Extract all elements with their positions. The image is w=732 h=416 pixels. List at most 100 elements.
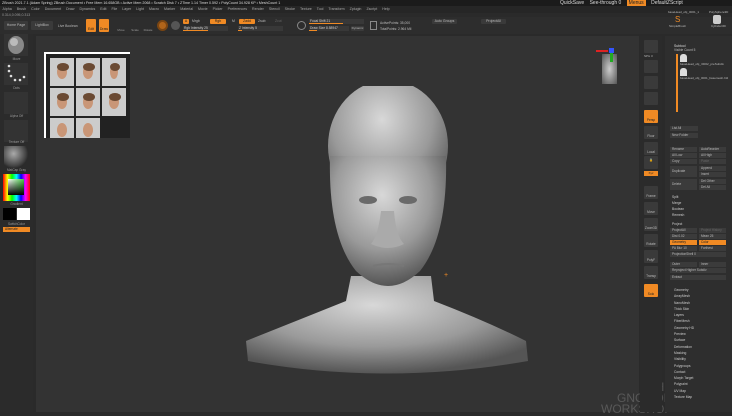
live-boolean-button[interactable]: Live Boolean xyxy=(58,24,78,28)
floor-button[interactable]: Floor xyxy=(644,126,658,139)
submenu-texture-map[interactable]: Texture Map xyxy=(674,394,694,400)
main-color-swatch[interactable] xyxy=(3,208,16,220)
solo-button[interactable]: Solo xyxy=(644,284,658,297)
all-high-button[interactable]: All High xyxy=(699,153,726,158)
bpr-button[interactable] xyxy=(644,40,658,53)
menu-texture[interactable]: Texture xyxy=(300,7,312,11)
subtool-item[interactable]: baseHead_obj_0001_basemesh-hi2 xyxy=(680,68,730,80)
copy-button[interactable]: Copy xyxy=(670,159,697,164)
del-all-button[interactable]: Del All xyxy=(699,185,726,190)
polyf-button[interactable]: PolyF xyxy=(644,250,658,263)
merge-menu[interactable]: Merge xyxy=(672,201,681,205)
stroke-thumbnail[interactable] xyxy=(4,63,28,85)
menu-zscript[interactable]: Zscript xyxy=(366,7,377,11)
append-button[interactable]: Append xyxy=(699,166,726,171)
rotate-button[interactable]: Rotate xyxy=(143,21,153,32)
menu-movie[interactable]: Movie xyxy=(198,7,208,11)
z-intensity-slider[interactable]: Z Intensity 5 xyxy=(238,26,283,31)
outer-button[interactable]: Outer xyxy=(670,262,697,267)
actual-button[interactable] xyxy=(644,92,658,105)
auto-groups-button[interactable]: Auto Groups xyxy=(432,19,457,24)
texture-thumbnail[interactable] xyxy=(4,120,28,142)
project-menu[interactable]: Project xyxy=(672,222,682,226)
all-low-button[interactable]: All Low xyxy=(670,153,697,158)
farthest-button[interactable]: Farthest xyxy=(699,246,726,251)
focal-shift-slider[interactable]: Focal Shift 21 xyxy=(309,19,364,24)
list-all-button[interactable]: List All xyxy=(670,126,698,131)
projection-shell-slider[interactable]: ProjectionShell 0 xyxy=(670,252,726,257)
brush-thumbnail[interactable] xyxy=(4,34,28,56)
duplicate-button[interactable]: Duplicate xyxy=(670,166,697,177)
polyframe-icon[interactable] xyxy=(157,20,168,31)
a-button[interactable]: A xyxy=(183,19,189,24)
color-picker[interactable] xyxy=(3,174,30,201)
rgb-button[interactable]: Rgb xyxy=(210,19,226,24)
menu-picker[interactable]: Picker xyxy=(213,7,223,11)
menu-material[interactable]: Material xyxy=(180,7,193,11)
menu-layer[interactable]: Layer xyxy=(122,7,131,11)
default-zscript-button[interactable]: DefaultZScript xyxy=(651,0,683,6)
autoreorder-button[interactable]: AutoReorder xyxy=(699,147,726,152)
subtool-scrollbar[interactable] xyxy=(676,54,678,112)
menu-macro[interactable]: Macro xyxy=(149,7,159,11)
rgb-intensity-slider[interactable]: Rgb Intensity 25 xyxy=(183,26,228,31)
mrgb-button[interactable]: Mrgb xyxy=(192,19,200,23)
visible-count-slider[interactable]: Visible Count 5 xyxy=(674,48,695,52)
split-menu[interactable]: Split xyxy=(672,195,678,199)
cylinder-icon[interactable] xyxy=(713,15,721,24)
zsub-button[interactable]: Zsub xyxy=(258,19,266,23)
spix-slider[interactable]: SPix 3 xyxy=(644,54,653,58)
edit-button[interactable]: Edit xyxy=(86,19,96,32)
menu-zplugin[interactable]: Zplugin xyxy=(350,7,362,11)
simple-brush-icon[interactable]: S xyxy=(675,15,680,24)
menu-stroke[interactable]: Stroke xyxy=(285,7,295,11)
del-other-button[interactable]: Del Other xyxy=(699,179,726,184)
draw-button[interactable]: Draw xyxy=(99,19,109,32)
persp-button[interactable]: Persp xyxy=(644,110,658,123)
menu-marker[interactable]: Marker xyxy=(164,7,175,11)
dist-slider[interactable]: Dist 0.02 xyxy=(670,234,697,239)
frame-button[interactable]: Frame xyxy=(644,186,658,199)
alternate-button[interactable]: Alternate xyxy=(3,227,30,232)
switch-color-button[interactable]: SwitchColor xyxy=(0,222,33,226)
viewport-canvas[interactable]: + THE GNOMONWORKSHOP xyxy=(36,36,672,415)
zoom-button[interactable] xyxy=(644,76,658,89)
delete-button[interactable]: Delete xyxy=(670,179,697,190)
reproject-higher-subdiv-button[interactable]: Reproject Higher Subdiv xyxy=(670,268,726,273)
dynamic-button[interactable]: Dynamic xyxy=(351,26,364,31)
menu-draw[interactable]: Draw xyxy=(66,7,74,11)
m-button[interactable]: M xyxy=(232,19,235,23)
zoom3d-button[interactable]: Zoom3D xyxy=(644,218,658,231)
move-button[interactable]: Move xyxy=(116,21,126,32)
geometry-toggle[interactable]: Geometry xyxy=(670,240,697,245)
menu-render[interactable]: Render xyxy=(252,7,264,11)
lightbox-button[interactable]: LightBox xyxy=(31,21,53,30)
project-all-button[interactable]: ProjectAll xyxy=(481,19,506,24)
menu-tool[interactable]: Tool xyxy=(317,7,324,11)
extract-button[interactable]: Extract xyxy=(670,275,726,280)
menu-alpha[interactable]: Alpha xyxy=(3,7,12,11)
secondary-color-swatch[interactable] xyxy=(17,208,30,220)
zcut-button[interactable]: Zcut xyxy=(275,19,282,23)
material-thumbnail[interactable] xyxy=(4,146,28,168)
menu-stencil[interactable]: Stencil xyxy=(269,7,280,11)
color-toggle[interactable]: Color xyxy=(699,240,726,245)
insert-button[interactable]: Insert xyxy=(699,172,726,177)
mean-slider[interactable]: Mean 25 xyxy=(699,234,726,239)
quicksave-button[interactable]: QuickSave xyxy=(560,0,584,6)
menu-transform[interactable]: Transform xyxy=(328,7,344,11)
menu-brush[interactable]: Brush xyxy=(17,7,26,11)
local-button[interactable]: Local xyxy=(644,142,658,155)
inner-button[interactable]: Inner xyxy=(699,262,726,267)
scale-button[interactable]: Scale xyxy=(130,21,140,32)
pa-blur-slider[interactable]: PA Blur 10 xyxy=(670,246,697,251)
xyz-button[interactable]: Xyz xyxy=(644,171,658,176)
sphere-icon[interactable] xyxy=(171,21,180,30)
paste-button[interactable]: Paste xyxy=(699,159,726,164)
scroll-button[interactable] xyxy=(644,60,658,73)
lock-icon[interactable]: 🔒 xyxy=(644,156,658,169)
menu-help[interactable]: Help xyxy=(382,7,389,11)
project-all-panel-button[interactable]: ProjectAll xyxy=(670,228,697,233)
subtool-item[interactable]: baseHead_obj_r0002_preSubdiv xyxy=(680,54,730,66)
new-folder-button[interactable]: New Folder xyxy=(670,133,698,138)
